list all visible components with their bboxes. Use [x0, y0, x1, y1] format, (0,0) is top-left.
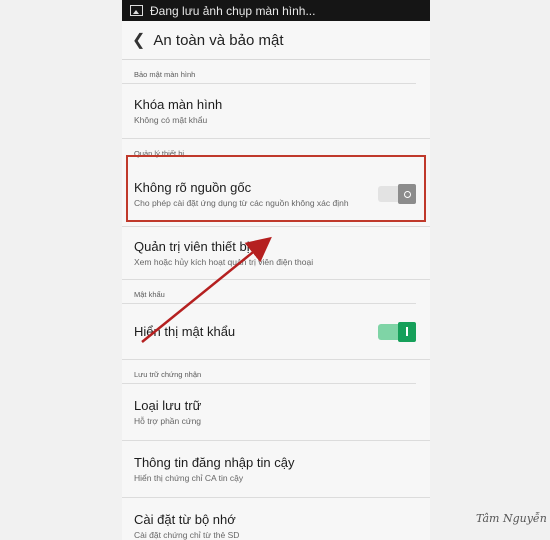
annotation-arrow-icon: [141, 236, 272, 343]
watermark-signature: Tâm Nguyễn: [476, 512, 547, 525]
